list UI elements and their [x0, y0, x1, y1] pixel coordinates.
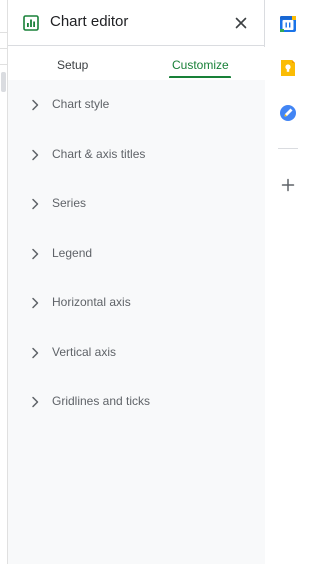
- section-chart-style[interactable]: Chart style: [8, 85, 265, 125]
- tab-customize[interactable]: Customize: [172, 58, 229, 72]
- bar-chart-icon: [23, 15, 39, 31]
- grid-line: [0, 48, 8, 49]
- section-chart-axis-titles[interactable]: Chart & axis titles: [8, 135, 265, 175]
- chevron-right-icon: [32, 347, 39, 359]
- chart-editor-header: Chart editor: [8, 0, 265, 46]
- sheet-grid-edge: [0, 0, 8, 564]
- section-legend[interactable]: Legend: [8, 234, 265, 274]
- section-label: Chart & axis titles: [52, 147, 146, 161]
- section-label: Gridlines and ticks: [52, 394, 151, 408]
- section-series[interactable]: Series: [8, 184, 265, 224]
- section-label: Legend: [52, 246, 93, 260]
- section-label: Vertical axis: [52, 345, 117, 359]
- sheet-scrollbar[interactable]: [1, 72, 6, 92]
- chevron-right-icon: [32, 248, 39, 260]
- chevron-right-icon: [32, 396, 39, 408]
- chart-editor-title: Chart editor: [50, 13, 129, 30]
- calendar-icon[interactable]: [279, 15, 297, 33]
- tasks-icon[interactable]: [279, 104, 297, 122]
- section-vertical-axis[interactable]: Vertical axis: [8, 333, 265, 373]
- section-label: Series: [52, 196, 87, 210]
- section-label: Chart style: [52, 97, 110, 111]
- close-icon[interactable]: [231, 13, 251, 33]
- editor-tabs: Setup Customize: [8, 47, 265, 80]
- chevron-right-icon: [32, 99, 39, 111]
- tab-setup[interactable]: Setup: [57, 58, 88, 72]
- grid-line: [0, 64, 8, 65]
- chart-editor-panel: Chart editor Setup Customize Chart style…: [8, 0, 265, 564]
- active-tab-indicator: [169, 76, 231, 78]
- side-panel-divider: [278, 148, 298, 149]
- section-gridlines-ticks[interactable]: Gridlines and ticks: [8, 382, 265, 422]
- chevron-right-icon: [32, 198, 39, 210]
- chevron-right-icon: [32, 297, 39, 309]
- section-horizontal-axis[interactable]: Horizontal axis: [8, 283, 265, 323]
- keep-icon[interactable]: [279, 59, 297, 77]
- customize-sections: Chart style Chart & axis titles Series L…: [8, 80, 265, 564]
- add-icon[interactable]: [279, 176, 297, 194]
- grid-line: [0, 32, 8, 33]
- side-panel: [266, 0, 309, 564]
- section-label: Horizontal axis: [52, 295, 131, 309]
- chevron-right-icon: [32, 149, 39, 161]
